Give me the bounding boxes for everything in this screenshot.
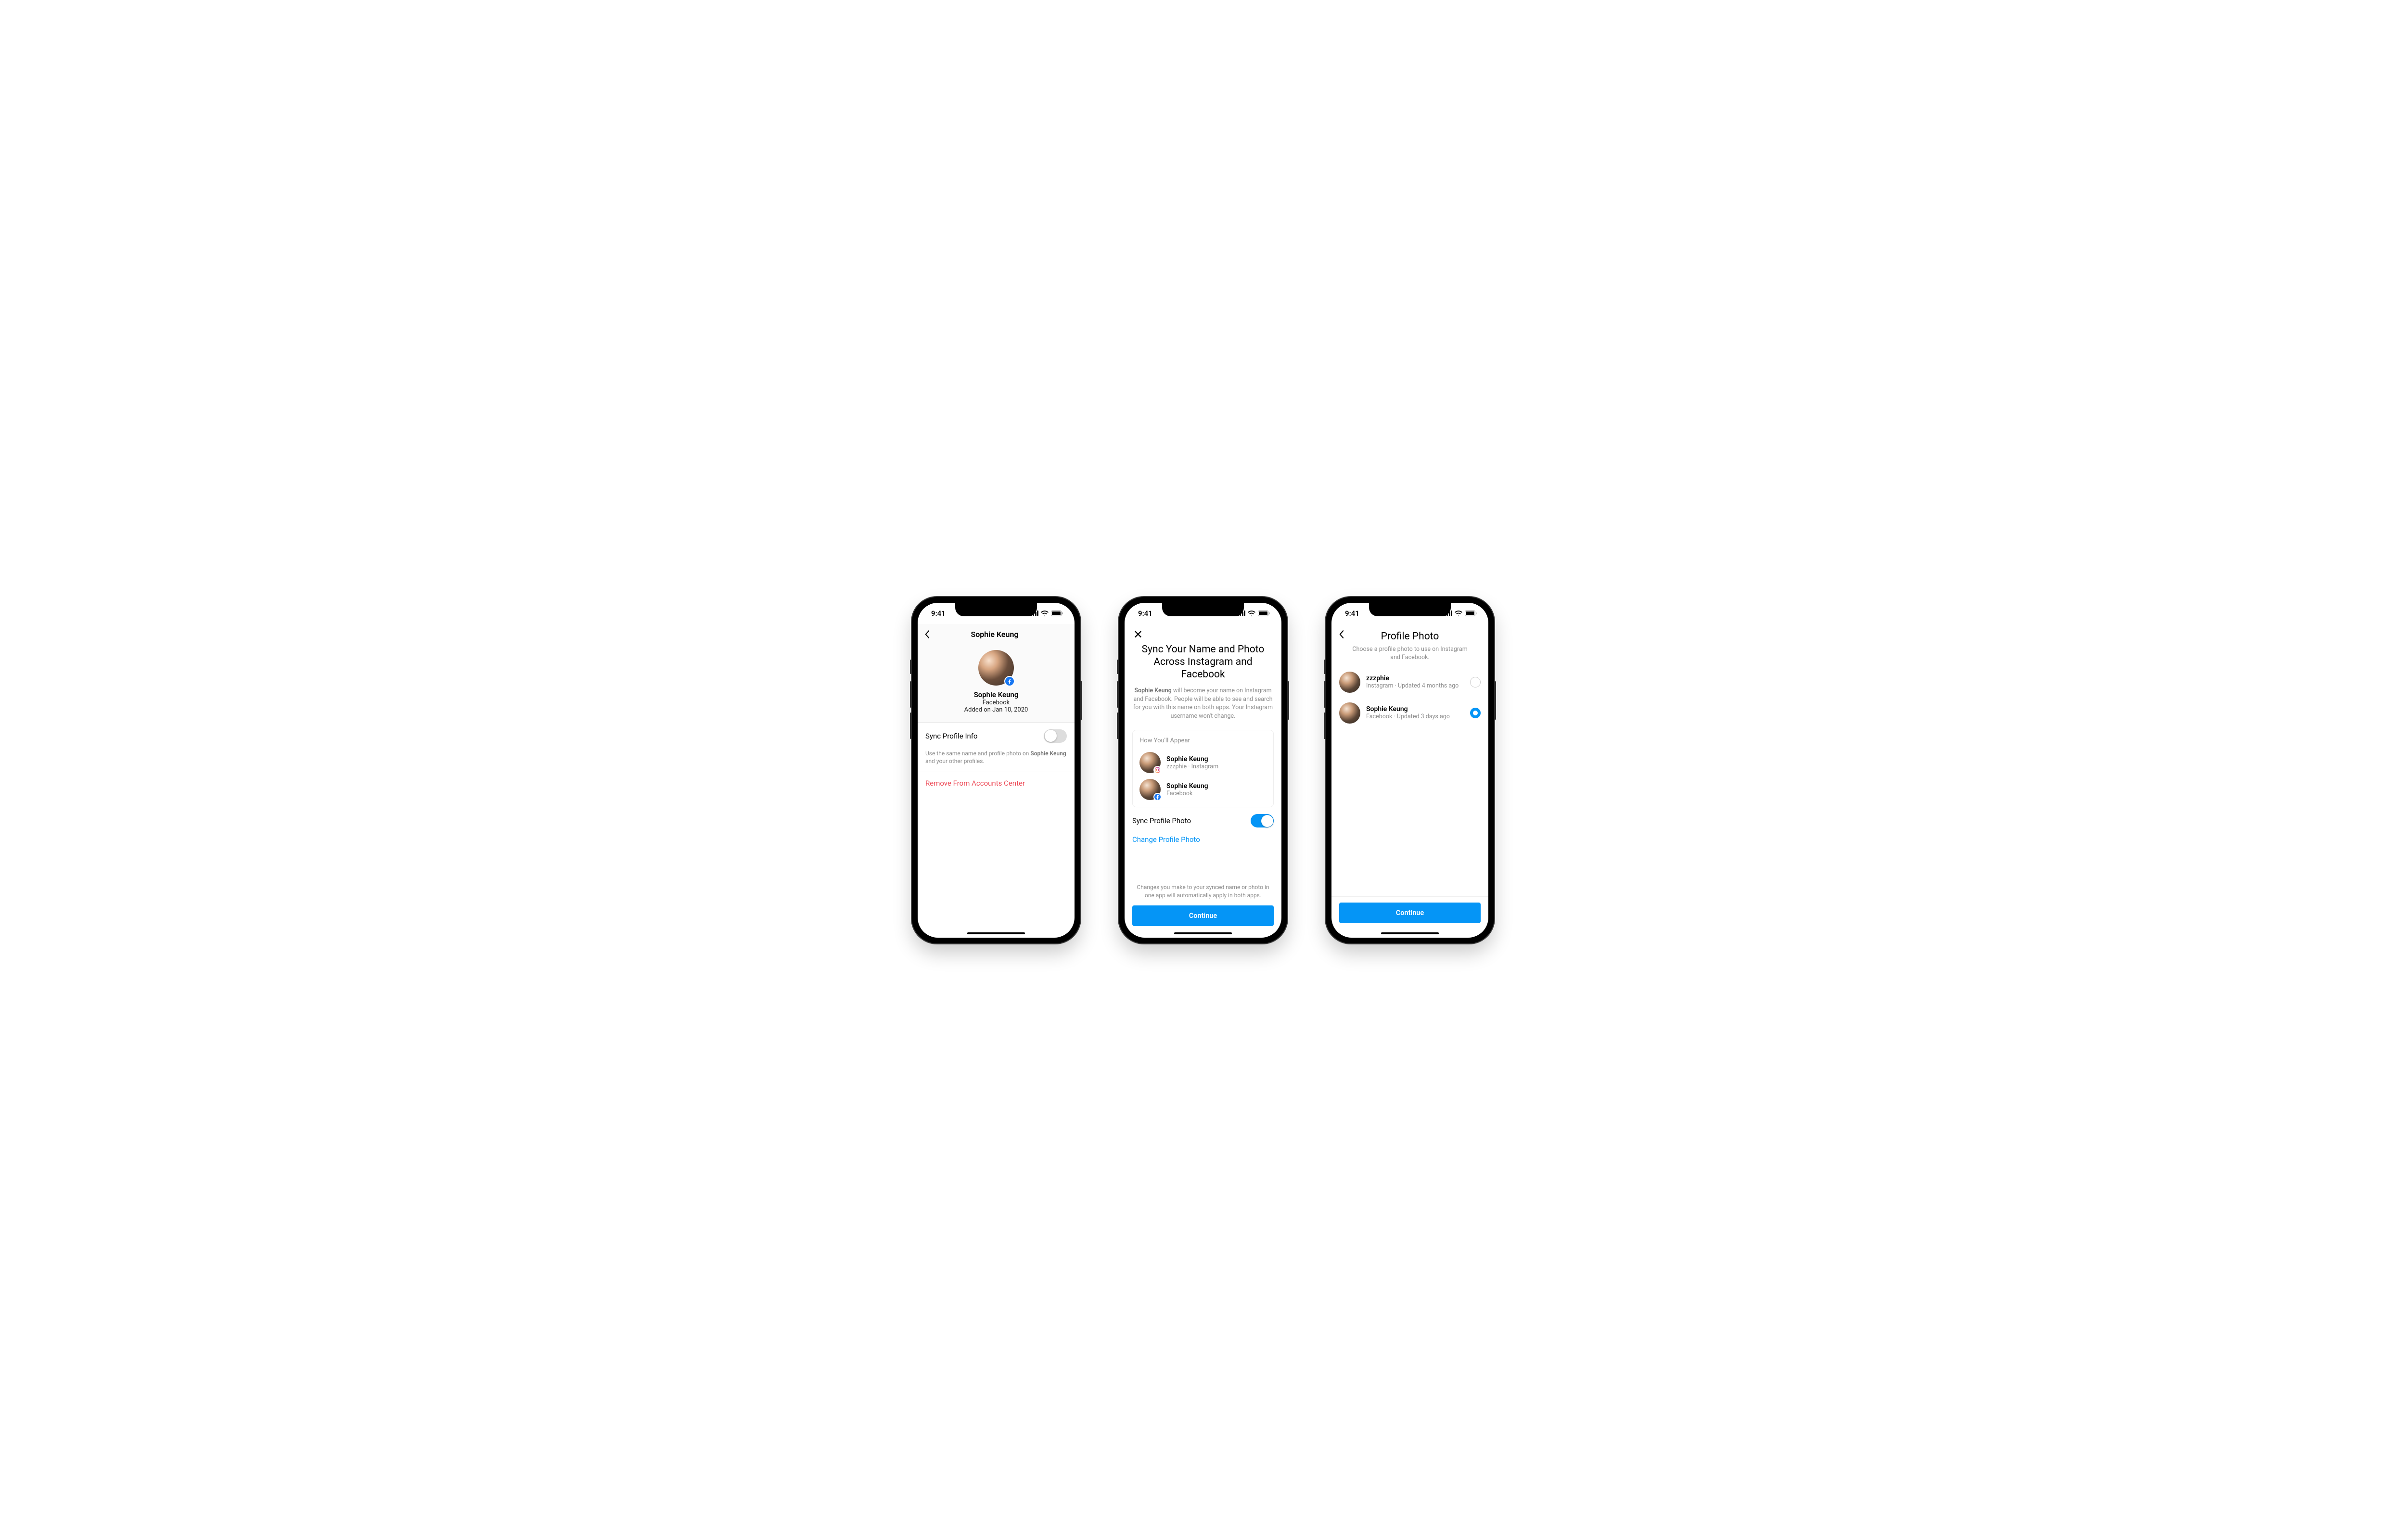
wifi-icon [1041, 611, 1049, 616]
back-icon[interactable] [924, 630, 930, 639]
notch [1162, 603, 1244, 616]
radio-unselected-icon[interactable] [1470, 677, 1481, 687]
battery-icon [1258, 611, 1270, 616]
sync-profile-toggle[interactable] [1044, 729, 1067, 743]
continue-button[interactable]: Continue [1132, 905, 1274, 926]
option-name: Sophie Keung [1366, 705, 1464, 713]
appear-sub: zzzphie · Instagram [1166, 763, 1218, 770]
phone-frame-2: 9:41 ✕ Sync Your Name and Photo Across I… [1119, 597, 1287, 943]
status-time: 9:41 [1138, 609, 1152, 618]
home-indicator[interactable] [1174, 932, 1232, 934]
page-description: Sophie Keung will become your name on In… [1132, 687, 1274, 720]
screen-sync-name-photo: 9:41 ✕ Sync Your Name and Photo Across I… [1125, 603, 1281, 938]
phone-frame-3: 9:41 Profile Photo Choose a profile phot… [1326, 597, 1494, 943]
appear-row-facebook: Sophie Keung Facebook [1139, 776, 1267, 803]
facebook-badge-icon [1004, 676, 1015, 687]
page-title: Sophie Keung [930, 630, 1059, 639]
how-youll-appear-card: How You'll Appear Sophie Keung zzzphie ·… [1132, 730, 1274, 807]
appear-name: Sophie Keung [1166, 755, 1218, 763]
header: Profile Photo Choose a profile photo to … [1331, 624, 1488, 662]
sync-profile-help: Use the same name and profile photo on S… [918, 750, 1075, 772]
profile-app-label: Facebook [918, 699, 1075, 706]
page-subtitle: Choose a profile photo to use on Instagr… [1338, 645, 1482, 662]
card-label: How You'll Appear [1139, 737, 1267, 744]
avatar [1139, 752, 1161, 773]
avatar [1339, 672, 1360, 693]
sync-photo-row[interactable]: Sync Profile Photo [1132, 807, 1274, 834]
avatar [1339, 702, 1360, 724]
photo-option-facebook[interactable]: Sophie Keung Facebook · Updated 3 days a… [1339, 698, 1481, 728]
continue-button[interactable]: Continue [1339, 903, 1481, 923]
notch [955, 603, 1037, 616]
photo-option-instagram[interactable]: zzzphie Instagram · Updated 4 months ago [1339, 667, 1481, 698]
appear-row-instagram: Sophie Keung zzzphie · Instagram [1139, 749, 1267, 776]
sync-profile-label: Sync Profile Info [925, 732, 978, 740]
wifi-icon [1248, 611, 1255, 616]
status-time: 9:41 [931, 609, 946, 618]
option-sub: Facebook · Updated 3 days ago [1366, 713, 1464, 720]
status-time: 9:41 [1345, 609, 1359, 618]
battery-icon [1051, 611, 1063, 616]
facebook-badge-icon [1153, 793, 1162, 801]
instagram-badge-icon [1153, 766, 1162, 774]
battery-icon [1465, 611, 1477, 616]
avatar [978, 650, 1014, 686]
phone-frame-1: 9:41 Sophie Keung Sophie Keung Facebook [912, 597, 1080, 943]
page-title: Profile Photo [1338, 631, 1482, 642]
profile-summary: Sophie Keung Facebook Added on Jan 10, 2… [918, 645, 1075, 722]
appear-name: Sophie Keung [1166, 782, 1208, 790]
profile-name: Sophie Keung [918, 690, 1075, 699]
header: Sophie Keung Sophie Keung Facebook Added… [918, 624, 1075, 723]
option-sub: Instagram · Updated 4 months ago [1366, 682, 1464, 689]
sync-photo-label: Sync Profile Photo [1132, 816, 1191, 825]
home-indicator[interactable] [1381, 932, 1439, 934]
change-photo-link[interactable]: Change Profile Photo [1132, 834, 1274, 848]
back-icon[interactable] [1338, 630, 1344, 639]
wifi-icon [1455, 611, 1462, 616]
sync-profile-row[interactable]: Sync Profile Info [918, 723, 1075, 750]
avatar [1139, 779, 1161, 800]
sync-footnote: Changes you make to your synced name or … [1132, 876, 1274, 905]
close-icon[interactable]: ✕ [1132, 624, 1274, 643]
sync-photo-toggle[interactable] [1251, 814, 1274, 827]
profile-added-label: Added on Jan 10, 2020 [918, 706, 1075, 713]
option-name: zzzphie [1366, 675, 1464, 682]
radio-selected-icon[interactable] [1470, 708, 1481, 718]
remove-account-button[interactable]: Remove From Accounts Center [918, 772, 1075, 794]
appear-sub: Facebook [1166, 790, 1208, 797]
page-title: Sync Your Name and Photo Across Instagra… [1132, 643, 1274, 681]
screen-profile-photo: 9:41 Profile Photo Choose a profile phot… [1331, 603, 1488, 938]
home-indicator[interactable] [967, 932, 1025, 934]
screen-accounts-center: 9:41 Sophie Keung Sophie Keung Facebook [918, 603, 1075, 938]
notch [1369, 603, 1451, 616]
